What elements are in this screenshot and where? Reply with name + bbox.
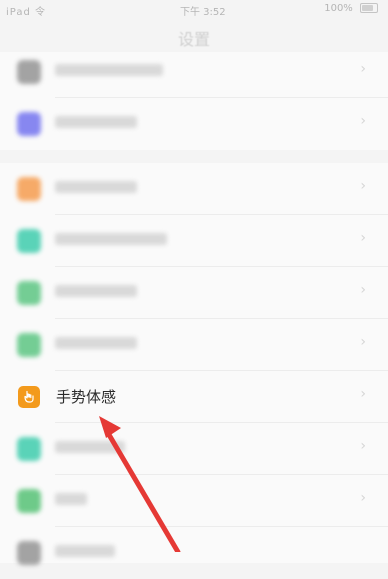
settings-icon [17, 489, 41, 513]
row-label-blurred [55, 64, 163, 76]
chevron-right-icon: › [360, 113, 366, 129]
row-label-blurred [55, 285, 137, 297]
chevron-right-icon: › [360, 178, 366, 194]
chevron-right-icon: › [360, 230, 366, 246]
settings-row-green-2[interactable]: › [0, 319, 388, 371]
settings-icon [17, 541, 41, 565]
row-label-blurred [55, 545, 115, 557]
settings-icon [17, 437, 41, 461]
battery-icon [360, 3, 378, 13]
settings-group-2: › › › › 手势体感 › › › [0, 163, 388, 565]
settings-icon [17, 281, 41, 305]
settings-icon [17, 177, 41, 201]
carrier-label: iPad 令 [6, 7, 47, 18]
settings-icon [17, 333, 41, 357]
row-label-blurred [55, 441, 125, 453]
battery-indicator: 100% [324, 3, 378, 14]
settings-icon [17, 60, 41, 84]
row-label: 手势体感 [56, 388, 117, 406]
row-label-blurred [55, 233, 167, 245]
hand-icon [18, 386, 40, 408]
row-label-blurred [55, 493, 87, 505]
settings-row-purple[interactable]: › [0, 98, 388, 150]
settings-icon [17, 112, 41, 136]
status-bar: iPad 令 下午 3:52 100% [0, 0, 388, 22]
chevron-right-icon: › [360, 61, 366, 77]
row-label-blurred [55, 116, 137, 128]
row-label-blurred [55, 337, 137, 349]
chevron-right-icon: › [360, 490, 366, 506]
settings-row-teal[interactable]: › [0, 215, 388, 267]
settings-row-bottom[interactable] [0, 527, 388, 579]
chevron-right-icon: › [360, 438, 366, 454]
settings-row-gestures[interactable]: 手势体感 › [0, 371, 388, 423]
settings-icon [17, 229, 41, 253]
settings-row-green-3[interactable]: › [0, 475, 388, 527]
chevron-right-icon: › [360, 282, 366, 298]
chevron-right-icon: › [360, 386, 366, 402]
settings-group-1: › › [0, 52, 388, 150]
settings-row-partial[interactable]: › [0, 46, 388, 98]
hand-glyph [24, 390, 34, 403]
status-time: 下午 3:52 [180, 7, 226, 18]
battery-percent: 100% [324, 3, 353, 14]
settings-row-green-1[interactable]: › [0, 267, 388, 319]
settings-row-teal-2[interactable]: › [0, 423, 388, 475]
chevron-right-icon: › [360, 334, 366, 350]
settings-row-orange[interactable]: › [0, 163, 388, 215]
row-label-blurred [55, 181, 137, 193]
